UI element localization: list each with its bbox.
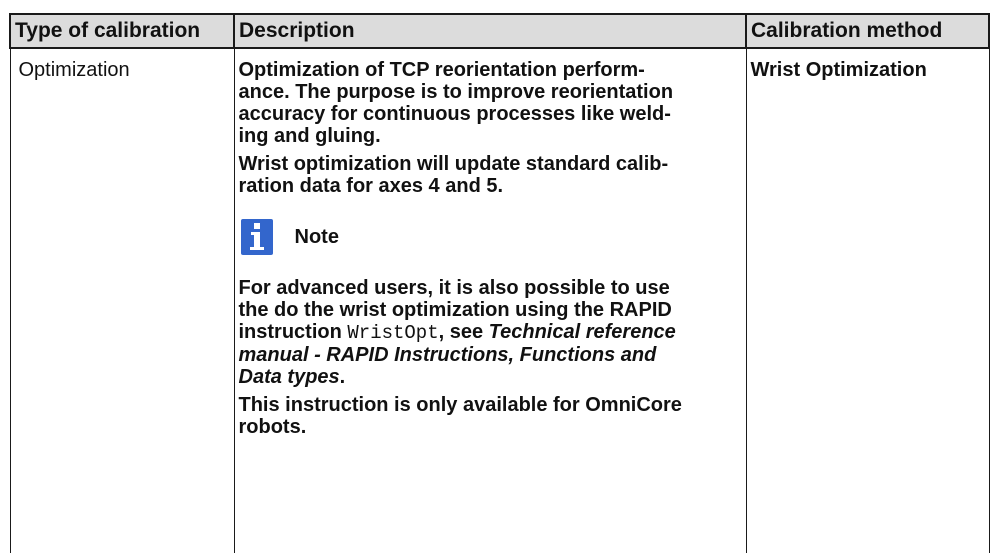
text-line: accuracy for continuous processes like w… (238, 103, 671, 125)
text-line: ance. The purpose is to improve reorient… (238, 81, 674, 103)
text-line: instruction WristOpt, see Technical refe… (239, 321, 740, 344)
text-line: robots. (238, 416, 307, 438)
cell-calibration-method: Wrist Optimization (745, 47, 990, 553)
text-fragment: , see (438, 321, 489, 343)
text-line: Optimization of TCP reorientation perfor… (238, 59, 645, 81)
cell-calibration-type: Optimization (9, 47, 235, 553)
text-line: ration data for axes 4 and 5. (238, 175, 504, 197)
text-line: For advanced users, it is also possible … (238, 277, 670, 299)
manual-reference-part: Data types (238, 366, 340, 388)
header-row: Type of calibration Description Calibrat… (9, 13, 990, 49)
header-calibration-method: Calibration method (745, 13, 990, 49)
info-icon (240, 219, 273, 255)
text-line: Wrist optimization will update standard … (238, 153, 669, 175)
calibration-table: Type of calibration Description Calibrat… (9, 13, 990, 553)
header-type-of-calibration: Type of calibration (9, 13, 235, 49)
text-fragment: . (339, 366, 346, 388)
header-description: Description (233, 13, 747, 49)
text-fragment: instruction (238, 321, 348, 343)
table-row: Optimization Optimization of TCP reorien… (9, 47, 990, 553)
text-line: Data types. (239, 366, 740, 388)
manual-reference-part: manual - RAPID Instructions, Functions a… (238, 344, 657, 366)
text-line: This instruction is only available for O… (238, 394, 682, 416)
description-paragraph-1: Optimization of TCP reorientation perfor… (239, 59, 740, 147)
manual-reference-part: Technical reference (488, 321, 676, 343)
text-line: ing and gluing. (238, 125, 381, 147)
description-paragraph-2: Wrist optimization will update standard … (239, 153, 740, 197)
code-wristopt: WristOpt (347, 322, 439, 344)
description-paragraph-4: This instruction is only available for O… (239, 394, 740, 438)
description-paragraph-3: For advanced users, it is also possible … (239, 277, 740, 388)
note-callout: Note (240, 219, 740, 255)
text-line: the do the wrist optimization using the … (238, 299, 672, 321)
note-label: Note (294, 226, 339, 248)
cell-description: Optimization of TCP reorientation perfor… (233, 47, 747, 553)
